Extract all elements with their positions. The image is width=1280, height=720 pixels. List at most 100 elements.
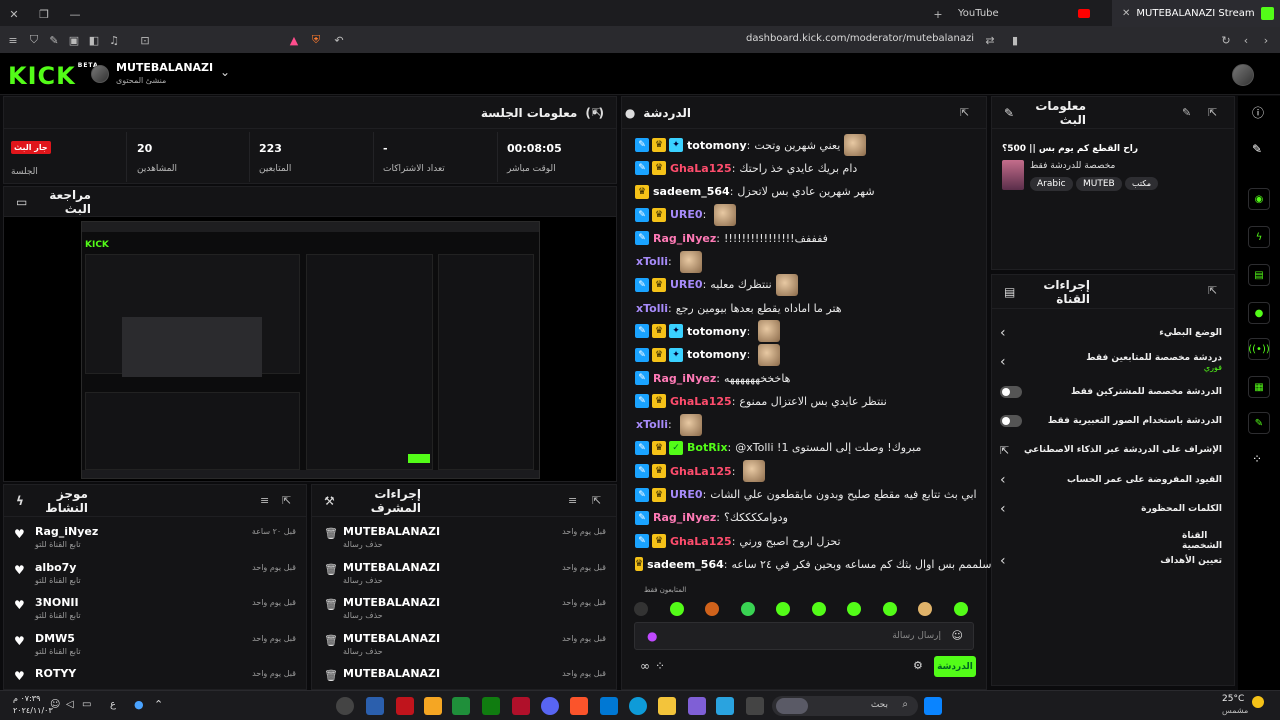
- volume-icon[interactable]: ◁: [66, 699, 74, 710]
- chat-username[interactable]: totomony: [687, 139, 747, 152]
- chat-username[interactable]: BotRix: [687, 441, 728, 454]
- chat-username[interactable]: Rag_iNyez: [653, 372, 716, 385]
- edge-icon[interactable]: [629, 697, 647, 715]
- chat-message[interactable]: ✎ Rag_iNyez: ودوامككككك؟: [632, 507, 978, 529]
- xbox-icon[interactable]: [482, 697, 500, 715]
- chat-username[interactable]: xTolli: [636, 255, 668, 268]
- emote-icon[interactable]: [918, 602, 932, 616]
- chat-username[interactable]: GhaLa125: [670, 395, 732, 408]
- taskbar-search[interactable]: بحث ⌕: [772, 696, 918, 716]
- emoji-icon[interactable]: ☺: [952, 629, 963, 642]
- broadcast-icon[interactable]: ((•)): [1248, 338, 1270, 360]
- shield-icon[interactable]: ⛉: [26, 32, 42, 48]
- chat-message[interactable]: ♛ sadeem_564: اسلممم بس اوال بثك كم مساعه …: [632, 553, 995, 575]
- store-icon[interactable]: [600, 697, 618, 715]
- share-icon[interactable]: ⇄: [982, 32, 998, 48]
- chat-username[interactable]: URE0: [670, 488, 703, 501]
- menu-icon[interactable]: ≡: [5, 32, 21, 48]
- camera-icon[interactable]: ◉: [1248, 188, 1270, 210]
- filter-icon[interactable]: ≡: [260, 494, 269, 507]
- emote-icon[interactable]: [882, 602, 897, 616]
- music-icon[interactable]: ♫: [106, 32, 122, 48]
- back-icon[interactable]: ‹: [1238, 32, 1254, 48]
- restore-window-icon[interactable]: ❐: [36, 6, 52, 22]
- emote-icon[interactable]: [811, 602, 826, 616]
- tag-chip[interactable]: MUTEB: [1076, 177, 1122, 191]
- lightning-icon[interactable]: ϟ: [1248, 226, 1270, 248]
- activity-item[interactable]: ♥ Rag_iNyez تابع القناة للتو قبل ٢٠ ساعة: [4, 519, 306, 555]
- new-tab-icon[interactable]: +: [930, 6, 946, 22]
- activity-item[interactable]: ♥ 3NONII تابع القناة للتو قبل يوم واحد: [4, 590, 306, 626]
- app-icon[interactable]: [688, 697, 706, 715]
- minimize-window-icon[interactable]: —: [67, 6, 83, 22]
- telegram-icon[interactable]: [716, 697, 734, 715]
- chat-message[interactable]: ✎ ♛ URE0: ننتظرك معليه: [632, 273, 978, 296]
- mod-action-item[interactable]: 🗑 MUTEBALANAZI حذف رسالة قبل يوم واحد: [312, 626, 614, 662]
- chat-username[interactable]: Rag_iNyez: [653, 232, 716, 245]
- chat-username[interactable]: totomony: [687, 325, 747, 338]
- chat-username[interactable]: GhaLa125: [670, 162, 732, 175]
- emote-icon[interactable]: [847, 602, 861, 616]
- tab-kick[interactable]: ✕ MUTEBALANAZI Stream - Kick D: [1112, 0, 1280, 27]
- chat-input[interactable]: ● إرسال رسالة ☺: [634, 622, 974, 650]
- brave-icon[interactable]: [570, 697, 588, 715]
- screenshot-icon[interactable]: ⊡: [137, 32, 153, 48]
- mod-action-item[interactable]: 🗑 MUTEBALANAZI حذف رسالة قبل يوم واحد: [312, 519, 614, 555]
- channel-action-row[interactable]: الإشراف على الدردشة عبر الذكاء الاصطناعي…: [1000, 436, 1222, 464]
- channel-action-row[interactable]: الدردشة باستخدام الصور التعبيرية فقط: [1000, 407, 1222, 435]
- sidebar-icon[interactable]: ◧: [86, 32, 102, 48]
- chat-message[interactable]: ✎ ♛ GhaLa125: دام بريك عايدي خذ راحتك: [632, 157, 978, 179]
- tag-chip[interactable]: Arabic: [1030, 177, 1073, 191]
- chat-username[interactable]: GhaLa125: [670, 535, 732, 548]
- chat-message[interactable]: ✎ ♛ ✦ totomony:: [632, 320, 978, 343]
- url-text[interactable]: dashboard.kick.com/moderator/mutebalanaz…: [746, 33, 974, 44]
- extensions-icon[interactable]: ✎: [46, 32, 62, 48]
- toggle-switch[interactable]: [1000, 414, 1022, 427]
- external-link-icon[interactable]: ⇱: [1000, 444, 1009, 457]
- obs-icon[interactable]: [336, 697, 354, 715]
- chat-message[interactable]: ✎ Rag_iNyez: !!!!!!!!!!!!!!!!ففففف: [632, 227, 978, 249]
- reload-icon[interactable]: ↻: [1218, 32, 1234, 48]
- app-icon[interactable]: [396, 697, 414, 715]
- popout-icon[interactable]: ⇱: [1208, 284, 1217, 297]
- app-icon[interactable]: [452, 697, 470, 715]
- chat-message[interactable]: xTolli:: [632, 413, 978, 436]
- info-icon[interactable]: ⓘ: [1252, 104, 1264, 121]
- weather-temp[interactable]: 25°C: [1222, 694, 1244, 704]
- chat-message[interactable]: ✎ ♛ URE0: ابي بث تتابع فيه مقطع صليح وبدون …: [632, 484, 978, 506]
- chat-username[interactable]: xTolli: [636, 302, 668, 315]
- activity-item[interactable]: ♥ DMW5 تابع القناة للتو قبل يوم واحد: [4, 626, 306, 662]
- folder-icon[interactable]: [658, 697, 676, 715]
- chat-message[interactable]: ✎ ♛ GhaLa125: ننتظر عايدي بس الاعتزال ممنوع: [632, 390, 978, 412]
- clock-time[interactable]: ٠٧:٣٩ م: [13, 694, 40, 703]
- microphone-icon[interactable]: ●: [134, 698, 144, 711]
- chat-message[interactable]: ✎ ♛ ✦ totomony: يعني شهرين وتحت: [632, 134, 978, 156]
- filter-icon[interactable]: ≡: [568, 494, 577, 507]
- channel-action-row[interactable]: الدردشة مخصصة للمشتركين فقط: [1000, 378, 1222, 406]
- chat-username[interactable]: totomony: [687, 348, 747, 361]
- chat-message[interactable]: ✎ ♛ ✓ BotRix: @xTolli !مبروك! وصلت إلى المست…: [632, 437, 978, 459]
- channel-action-row[interactable]: الوضع البطيء ›: [1000, 319, 1222, 347]
- emote-icon[interactable]: [740, 602, 755, 616]
- start-icon[interactable]: [924, 697, 942, 715]
- popout-icon[interactable]: ⇱: [282, 494, 291, 507]
- settings-gear-icon[interactable]: ⚙: [913, 659, 923, 672]
- chat-message[interactable]: ✎ Rag_iNyez: هاخخخههههههه: [632, 367, 978, 389]
- emote-icon[interactable]: [776, 602, 790, 616]
- emote-icon[interactable]: [669, 602, 684, 616]
- emote-icon[interactable]: [705, 602, 719, 616]
- steam-icon[interactable]: [746, 697, 764, 715]
- close-window-icon[interactable]: ✕: [6, 6, 22, 22]
- chat-message[interactable]: xTolli: هتر ما اماداه يقطع بعدها بيومين ر…: [632, 297, 978, 319]
- app-icon[interactable]: [366, 697, 384, 715]
- emote-icon[interactable]: [634, 602, 648, 616]
- channel-action-row[interactable]: دردشة مخصصة للمتابعين فقط فوري ›: [1000, 348, 1222, 376]
- back-history-icon[interactable]: ↶: [331, 32, 347, 48]
- chat-message[interactable]: ✎ ♛ GhaLa125: تحزل اروح اصبح ورني: [632, 530, 978, 552]
- user-avatar[interactable]: [1232, 64, 1254, 86]
- pencil-icon[interactable]: ✎: [1252, 142, 1262, 156]
- toggle-switch[interactable]: [1000, 385, 1022, 398]
- popout-icon[interactable]: ⇱: [592, 106, 601, 119]
- chat-username[interactable]: xTolli: [636, 418, 668, 431]
- chat-username[interactable]: sadeem_564: [647, 558, 724, 571]
